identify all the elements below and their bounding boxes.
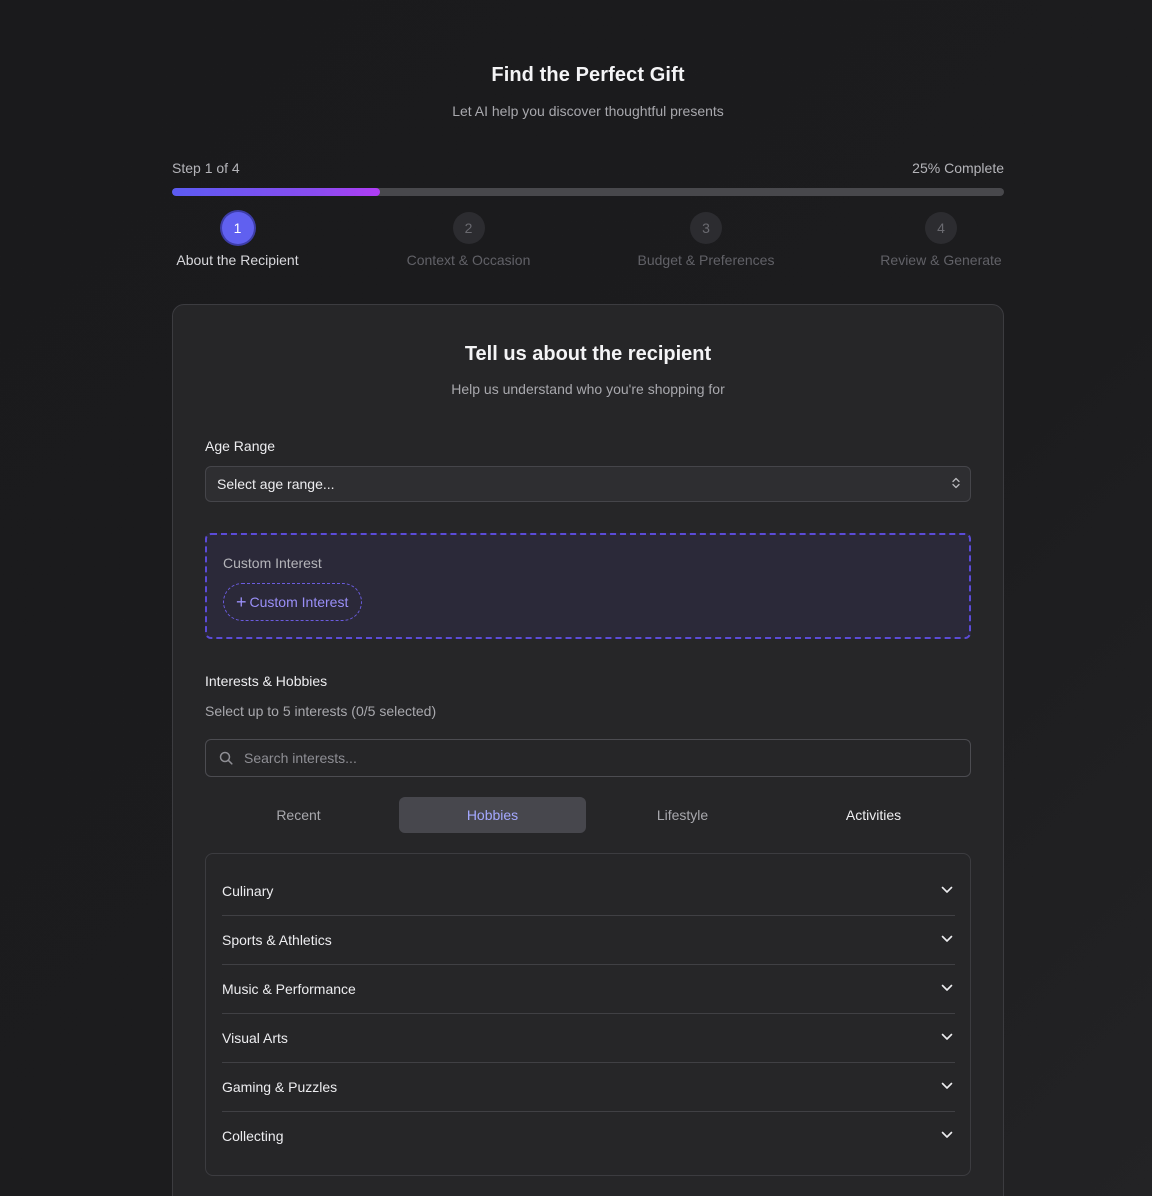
step-number: 2 bbox=[452, 212, 485, 244]
age-range-label: Age Range bbox=[205, 438, 276, 454]
tab-lifestyle[interactable]: Lifestyle bbox=[589, 797, 776, 833]
step-3[interactable]: 3 Budget & Preferences bbox=[634, 212, 778, 268]
step-label: Review & Generate bbox=[880, 252, 1002, 268]
interests-help-text: Select up to 5 interests (0/5 selected) bbox=[205, 703, 437, 719]
step-2[interactable]: 2 Context & Occasion bbox=[403, 212, 534, 268]
chevron-down-icon bbox=[941, 1033, 953, 1040]
accordion-item-label: Sports & Athletics bbox=[222, 932, 332, 948]
step-label: About the Recipient bbox=[176, 252, 299, 268]
accordion-item-label: Visual Arts bbox=[222, 1030, 288, 1046]
form-subtitle: Help us understand who you're shopping f… bbox=[451, 381, 725, 397]
accordion-item-label: Collecting bbox=[222, 1128, 284, 1144]
step-label: Context & Occasion bbox=[406, 252, 531, 268]
progress-bar bbox=[172, 188, 1004, 196]
chevron-down-icon bbox=[941, 1131, 953, 1138]
accordion-item-sports-athletics[interactable]: Sports & Athletics bbox=[222, 916, 955, 965]
step-number: 4 bbox=[925, 212, 957, 244]
accordion-item-label: Music & Performance bbox=[222, 981, 356, 997]
interest-categories-accordion: Culinary Sports & Athletics Music & Perf… bbox=[205, 853, 971, 1176]
step-1[interactable]: 1 About the Recipient bbox=[172, 212, 303, 268]
custom-interest-panel: Custom Interest + Custom Interest bbox=[205, 533, 971, 639]
chevron-down-icon bbox=[941, 1082, 953, 1089]
step-counter: Step 1 of 4 bbox=[172, 160, 240, 176]
tab-activities[interactable]: Activities bbox=[780, 797, 967, 833]
select-chevrons-icon bbox=[952, 467, 960, 501]
step-number: 1 bbox=[221, 212, 254, 244]
add-custom-interest-button[interactable]: + Custom Interest bbox=[223, 583, 363, 621]
step-number: 3 bbox=[690, 212, 722, 244]
progress-meta: Step 1 of 4 25% Complete bbox=[172, 160, 1004, 176]
accordion-item-label: Culinary bbox=[222, 883, 274, 899]
chevron-down-icon bbox=[941, 886, 953, 893]
plus-icon: + bbox=[236, 592, 247, 612]
accordion-item-gaming-puzzles[interactable]: Gaming & Puzzles bbox=[222, 1063, 955, 1112]
accordion-item-visual-arts[interactable]: Visual Arts bbox=[222, 1014, 955, 1063]
search-icon bbox=[219, 751, 233, 765]
search-input[interactable] bbox=[244, 740, 944, 776]
accordion-item-culinary[interactable]: Culinary bbox=[222, 867, 955, 916]
interests-label: Interests & Hobbies bbox=[205, 673, 328, 689]
tab-recent[interactable]: Recent bbox=[205, 797, 392, 833]
chevron-down-icon bbox=[941, 935, 953, 942]
progress-percent: 25% Complete bbox=[912, 160, 1004, 176]
page-title: Find the Perfect Gift bbox=[491, 64, 685, 86]
age-range-value: Select age range... bbox=[217, 476, 335, 492]
page-subtitle: Let AI help you discover thoughtful pres… bbox=[452, 103, 724, 119]
accordion-item-collecting[interactable]: Collecting bbox=[222, 1112, 955, 1161]
age-range-select[interactable]: Select age range... bbox=[205, 466, 971, 502]
interest-category-tabs: Recent Hobbies Lifestyle Activities bbox=[205, 797, 971, 833]
custom-interest-label: Custom Interest bbox=[223, 555, 322, 571]
recipient-form-card: Tell us about the recipient Help us unde… bbox=[172, 304, 1004, 1196]
chevron-down-icon bbox=[941, 984, 953, 991]
interest-search bbox=[205, 739, 971, 777]
step-4[interactable]: 4 Review & Generate bbox=[878, 212, 1004, 268]
accordion-item-music-performance[interactable]: Music & Performance bbox=[222, 965, 955, 1014]
step-label: Budget & Preferences bbox=[637, 252, 775, 268]
custom-interest-button-label: Custom Interest bbox=[249, 594, 349, 610]
accordion-item-label: Gaming & Puzzles bbox=[222, 1079, 338, 1095]
tab-hobbies[interactable]: Hobbies bbox=[399, 797, 586, 833]
form-title: Tell us about the recipient bbox=[464, 343, 712, 365]
progress-bar-fill bbox=[172, 188, 380, 196]
